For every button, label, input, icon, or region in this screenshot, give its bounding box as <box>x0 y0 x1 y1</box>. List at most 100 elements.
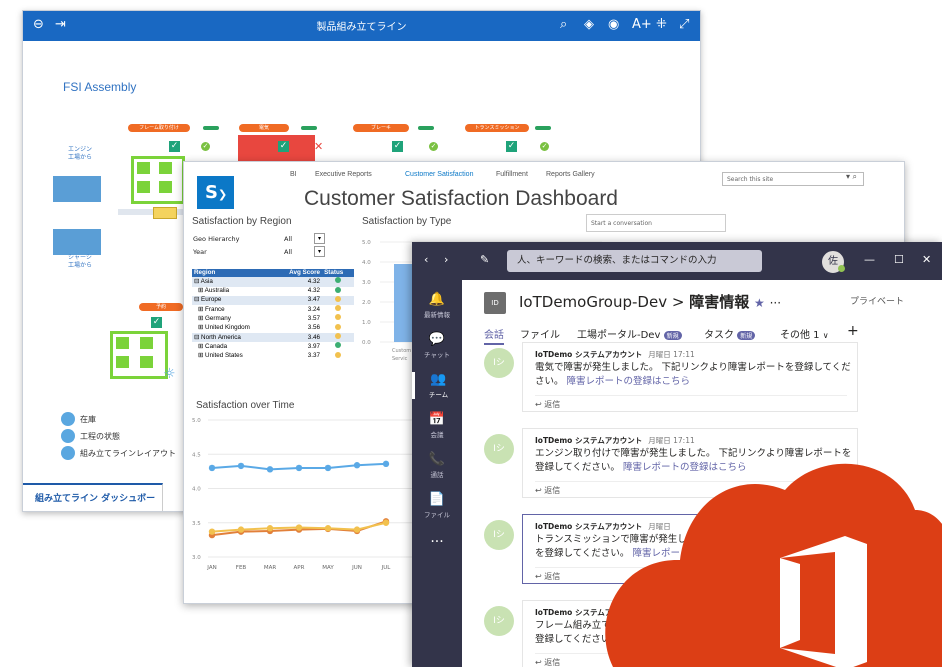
data-point[interactable] <box>208 528 216 535</box>
nav-link-active[interactable]: Customer Satisfaction <box>405 171 473 178</box>
rail-item[interactable]: 📄 ファイル <box>412 492 462 519</box>
rail-item-label: 会議 <box>430 431 444 439</box>
rail-item[interactable]: 📞 通話 <box>412 452 462 479</box>
station-label: 電気 <box>239 124 289 132</box>
station-toggle[interactable] <box>418 126 434 130</box>
rail-item[interactable]: 📅 会議 <box>412 412 462 439</box>
avg-score: 3.24 <box>307 305 321 313</box>
table-row[interactable]: ⊟ Europe 3.47 <box>192 295 354 306</box>
focus-icon[interactable]: ⁜ <box>656 17 667 32</box>
nav-link[interactable]: BI <box>290 171 297 178</box>
legend-label: 工程の状態 <box>80 432 120 441</box>
site-search-input[interactable]: Search this site <box>722 172 864 186</box>
table-row[interactable]: ⊞ Australia 4.32 <box>192 286 354 296</box>
data-point[interactable] <box>382 460 390 468</box>
expand-icon[interactable]: ⤢ <box>679 17 689 32</box>
tab-files[interactable]: ファイル <box>520 326 560 341</box>
region-name: ⊟ North America <box>192 333 275 343</box>
table-row[interactable]: ⊟ Asia 4.32 <box>192 277 354 287</box>
bell-icon: 🔔 <box>428 292 446 307</box>
data-point[interactable] <box>382 519 390 526</box>
inventory-box[interactable] <box>110 331 168 379</box>
back-nav-icon[interactable]: ‹ <box>424 253 428 266</box>
dashboard-title: Customer Satisfaction Dashboard <box>304 187 618 210</box>
filter-dropdown-icon[interactable]: ▾ <box>314 246 325 257</box>
compose-icon[interactable]: ✎ <box>480 253 489 266</box>
favorite-star-icon[interactable]: ★ <box>754 296 765 310</box>
data-point[interactable] <box>237 526 245 533</box>
rail-item[interactable]: 👥 チーム <box>412 372 462 399</box>
search-icon[interactable]: ⌕ <box>560 17 567 32</box>
x-tick-label: MAR <box>264 565 277 571</box>
y-tick-label: 2.0 <box>362 300 371 306</box>
filter-dropdown-icon[interactable]: ▾ <box>314 233 325 244</box>
reply-button[interactable]: ↩ 返信 <box>535 395 847 410</box>
table-row[interactable]: ⊞ Germany 3.57 <box>192 314 354 323</box>
command-search-input[interactable]: 人、キーワードの検索、またはコマンドの入力 <box>507 250 762 272</box>
report-link[interactable]: 障害レポートの登録はこちら <box>567 376 691 387</box>
tab-more[interactable]: その他 1 ∨ <box>780 326 829 341</box>
rail-item[interactable]: 🔔 最新情報 <box>412 292 462 319</box>
close-icon[interactable]: ✕ <box>922 253 931 266</box>
table-row[interactable]: ⊞ United Kingdom 3.56 <box>192 323 354 333</box>
rail-item-label: 通話 <box>430 471 444 479</box>
message-card[interactable]: IoTDemo システムアカウント 月曜日 17:11 電気で障害が発生しました。 … <box>522 342 858 412</box>
author-avatar[interactable]: Iシ <box>484 606 514 636</box>
region-name: ⊞ Australia <box>198 287 230 295</box>
data-point[interactable] <box>295 524 303 531</box>
station-toggle[interactable] <box>203 126 219 130</box>
dashboard-tab[interactable]: 組み立てライン ダッシュボード <box>23 483 163 511</box>
tab-factory-portal[interactable]: 工場ポータル-Dev 新規 <box>577 326 682 341</box>
table-row[interactable]: ⊞ Canada 3.97 <box>192 342 354 351</box>
status-cell <box>322 286 354 296</box>
station-toggle[interactable] <box>535 126 551 130</box>
filter-value[interactable]: All <box>284 248 292 256</box>
inventory-box[interactable] <box>131 156 185 204</box>
view-icon[interactable]: ◉ <box>608 17 619 32</box>
region-table: Region Avg Score Status ⊟ Asia 4.32 ⊞ Aust… <box>192 269 354 361</box>
engine-label: エンジン 工場から <box>68 146 93 161</box>
nav-link[interactable]: Executive Reports <box>315 171 372 178</box>
data-point[interactable] <box>266 466 274 473</box>
layers-icon[interactable]: ◈ <box>584 17 594 32</box>
maximize-icon[interactable]: ☐ <box>894 253 904 266</box>
table-row[interactable]: ⊟ North America 3.46 <box>192 333 354 343</box>
team-name[interactable]: IoTDemoGroup-Dev <box>519 293 667 311</box>
tab-conversations[interactable]: 会話 <box>484 326 504 345</box>
station-label: フレーム取り付け <box>128 124 190 132</box>
data-point[interactable] <box>353 462 361 469</box>
search-dropdown-icon[interactable]: ▾ ⌕ <box>846 172 857 182</box>
avg-score: 3.46 <box>274 333 323 343</box>
data-point[interactable] <box>324 464 332 472</box>
station-toggle[interactable] <box>301 126 317 130</box>
author-avatar[interactable]: Iシ <box>484 348 514 378</box>
add-tab-button[interactable]: + <box>847 323 859 339</box>
add-user-icon[interactable]: A+ <box>632 17 652 32</box>
minimize-icon[interactable]: — <box>864 253 875 266</box>
data-point[interactable] <box>324 525 332 532</box>
column-header[interactable]: Avg Score <box>274 269 323 278</box>
data-point[interactable] <box>266 525 274 532</box>
rail-item[interactable]: 💬 チャット <box>412 332 462 359</box>
filter-value[interactable]: All <box>284 235 292 243</box>
column-header[interactable]: Region <box>192 269 275 278</box>
conversation-input[interactable]: Start a conversation <box>586 214 726 232</box>
avg-score: 4.32 <box>307 287 321 295</box>
column-header[interactable]: Status <box>322 269 354 278</box>
nav-link[interactable]: Fulfillment <box>496 171 528 178</box>
table-row[interactable]: ⊞ France 3.24 <box>192 305 354 314</box>
more-apps-icon[interactable]: ··· <box>412 534 462 550</box>
author-avatar[interactable]: Iシ <box>484 434 514 464</box>
data-point[interactable] <box>208 464 216 472</box>
status-dot-icon <box>335 333 342 340</box>
table-row[interactable]: ⊞ United States 3.37 <box>192 351 354 361</box>
more-options-icon[interactable]: ··· <box>770 296 781 310</box>
nav-link[interactable]: Reports Gallery <box>546 171 595 178</box>
status-dot-icon <box>335 305 342 312</box>
data-point[interactable] <box>295 464 303 472</box>
data-point[interactable] <box>237 462 245 470</box>
tab-tasks[interactable]: タスク 新規 <box>704 326 756 341</box>
author-avatar[interactable]: Iシ <box>484 520 514 550</box>
forward-nav-icon[interactable]: › <box>444 253 448 266</box>
data-point[interactable] <box>353 526 361 533</box>
